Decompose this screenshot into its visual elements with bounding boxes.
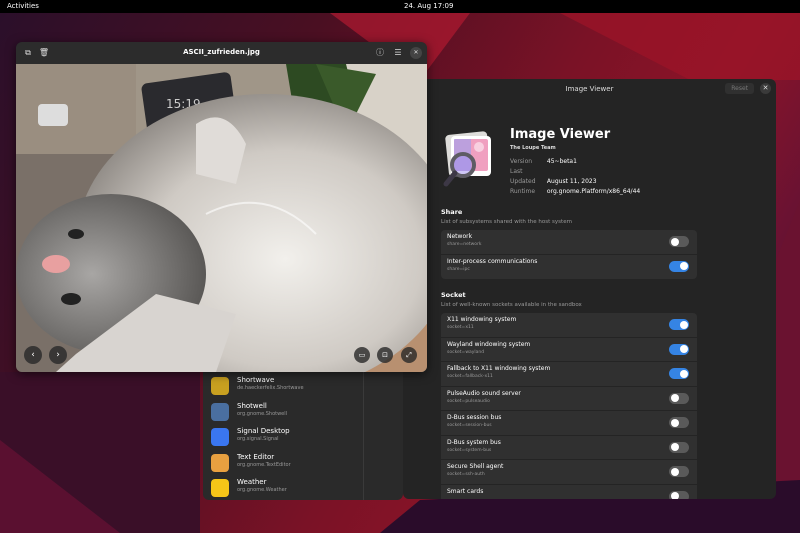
- app-id: org.gnome.Weather: [237, 487, 287, 493]
- permission-title: Smart cards: [447, 487, 484, 495]
- flatseal-window: Image Viewer Reset ✕ Image Viewer The Lo…: [403, 79, 776, 499]
- permission-key: socket=ssh-auth: [447, 472, 485, 477]
- zoom-fit-icon[interactable]: ▭: [354, 347, 370, 363]
- fullscreen-icon[interactable]: ⤢: [401, 347, 417, 363]
- permission-key: socket=session-bus: [447, 423, 492, 428]
- clock[interactable]: 24. Aug 17:09: [404, 2, 453, 10]
- image-viewer-window: ⧉ 🗑 ASCII_zufrieden.jpg ⓘ ☰ ✕ 15:19 ‹ › …: [16, 42, 427, 372]
- permission-key: socket=x11: [447, 325, 474, 330]
- header-title: Image Viewer: [565, 85, 614, 93]
- meta-row: Version 45~beta1: [510, 158, 577, 165]
- flatseal-header: Image Viewer Reset ✕: [403, 79, 776, 99]
- meta-row: Last Updated August 11, 2023: [510, 168, 597, 185]
- app-id: org.gnome.TextEditor: [237, 461, 291, 468]
- permission-toggle[interactable]: [669, 392, 689, 404]
- socket-section-title: Socket: [441, 291, 466, 299]
- cat-photo: 15:19 ‹ › ▭ ⊡ ⤢: [16, 64, 427, 372]
- activities-button[interactable]: Activities: [7, 2, 39, 10]
- zoom-icon[interactable]: ⊡: [377, 347, 393, 363]
- permission-toggle[interactable]: [669, 343, 689, 355]
- share-section-title: Share: [441, 208, 463, 216]
- app-title: Image Viewer: [510, 127, 611, 142]
- permission-title: Fallback to X11 windowing system: [447, 365, 551, 372]
- app-id: org.gnome.Shotwell: [237, 410, 288, 417]
- image-viewer-app-icon: [443, 131, 491, 187]
- permission-key: socket=fallback-x11: [447, 374, 493, 379]
- permission-toggle[interactable]: [669, 417, 689, 428]
- permission-row[interactable]: Inter-process communications share=ipc: [441, 255, 697, 280]
- top-bar: Activities 24. Aug 17:09: [0, 0, 800, 13]
- permission-title: Secure Shell agent: [447, 463, 504, 470]
- permission-key: share=ipc: [447, 266, 470, 272]
- permission-key: socket=system-bus: [447, 447, 492, 453]
- permission-toggle[interactable]: [669, 466, 689, 477]
- app-id: org.signal.Signal: [237, 436, 279, 442]
- permission-toggle[interactable]: [669, 260, 689, 272]
- viewer-header: ⧉ 🗑 ASCII_zufrieden.jpg ⓘ ☰ ✕: [16, 42, 427, 64]
- app-name: Shotwell: [237, 401, 267, 410]
- permission-row[interactable]: D-Bus session bus socket=session-bus: [441, 411, 697, 436]
- app-list-item[interactable]: Shotwell org.gnome.Shotwell: [211, 402, 287, 426]
- permission-title: Inter-process communications: [447, 257, 538, 265]
- app-name: Signal Desktop: [237, 427, 290, 435]
- permission-key: socket=pulseaudio: [447, 398, 490, 404]
- permission-key: share=network: [447, 242, 482, 247]
- permission-row[interactable]: Smart cards: [441, 485, 697, 499]
- app-icon: [211, 428, 229, 446]
- permission-toggle[interactable]: [669, 368, 689, 379]
- permission-row[interactable]: Secure Shell agent socket=ssh-auth: [441, 460, 697, 485]
- meta-row: Runtime org.gnome.Platform/x86_64/44: [510, 188, 641, 195]
- app-name: Weather: [237, 478, 267, 486]
- app-icon: [211, 479, 229, 497]
- permission-row[interactable]: D-Bus system bus socket=system-bus: [441, 436, 697, 460]
- reset-button[interactable]: Reset: [725, 83, 754, 94]
- app-id: de.haeckerfelix.Shortwave: [237, 385, 304, 391]
- share-card: Network share=network Inter-process commun…: [441, 230, 697, 279]
- permission-title: Network: [447, 233, 473, 240]
- permission-key: socket=wayland: [447, 349, 485, 355]
- permission-title: D-Bus session bus: [447, 414, 502, 421]
- app-name: Text Editor: [237, 452, 275, 461]
- permission-row[interactable]: X11 windowing system socket=x11: [441, 313, 697, 338]
- permission-row[interactable]: Fallback to X11 windowing system socket=f…: [441, 362, 697, 387]
- permission-toggle[interactable]: [669, 236, 689, 247]
- previous-image-button[interactable]: ‹: [24, 346, 42, 364]
- permission-toggle[interactable]: [669, 490, 689, 499]
- app-list-item[interactable]: Shortwave de.haeckerfelix.Shortwave: [211, 376, 304, 400]
- app-list-item[interactable]: Text Editor org.gnome.TextEditor: [211, 453, 291, 477]
- permission-title: X11 windowing system: [447, 316, 517, 323]
- permission-toggle[interactable]: [669, 319, 689, 330]
- app-list-item[interactable]: Signal Desktop org.signal.Signal: [211, 427, 290, 451]
- permission-row[interactable]: Wayland windowing system socket=wayland: [441, 338, 697, 362]
- permission-row[interactable]: PulseAudio sound server socket=pulseaudio: [441, 387, 697, 411]
- app-meta: Version 45~beta1 Last Updated August 11,…: [510, 157, 640, 197]
- socket-card: X11 windowing system socket=x11 Wayland wi…: [441, 313, 697, 499]
- next-image-button[interactable]: ›: [49, 346, 67, 364]
- permission-title: PulseAudio sound server: [447, 389, 521, 397]
- permission-row[interactable]: Network share=network: [441, 230, 697, 255]
- socket-section-subtitle: List of well-known sockets available in …: [441, 302, 582, 308]
- app-icon: [211, 377, 229, 395]
- close-icon[interactable]: ✕: [760, 83, 771, 94]
- permission-toggle[interactable]: [669, 441, 689, 453]
- share-section-subtitle: List of subsystems shared with the host …: [441, 219, 572, 225]
- viewer-title: ASCII_zufrieden.jpg: [183, 48, 260, 56]
- close-icon[interactable]: ✕: [410, 47, 422, 59]
- app-icon: [211, 402, 229, 421]
- app-list-item[interactable]: Weather org.gnome.Weather: [211, 478, 287, 502]
- permission-title: Wayland windowing system: [447, 340, 531, 348]
- app-icon: [211, 453, 229, 472]
- menu-icon[interactable]: ☰: [392, 47, 404, 59]
- app-developer: The Loupe Team: [510, 145, 556, 151]
- info-icon[interactable]: ⓘ: [374, 47, 386, 59]
- permission-title: D-Bus system bus: [447, 438, 501, 446]
- app-name: Shortwave: [237, 376, 275, 384]
